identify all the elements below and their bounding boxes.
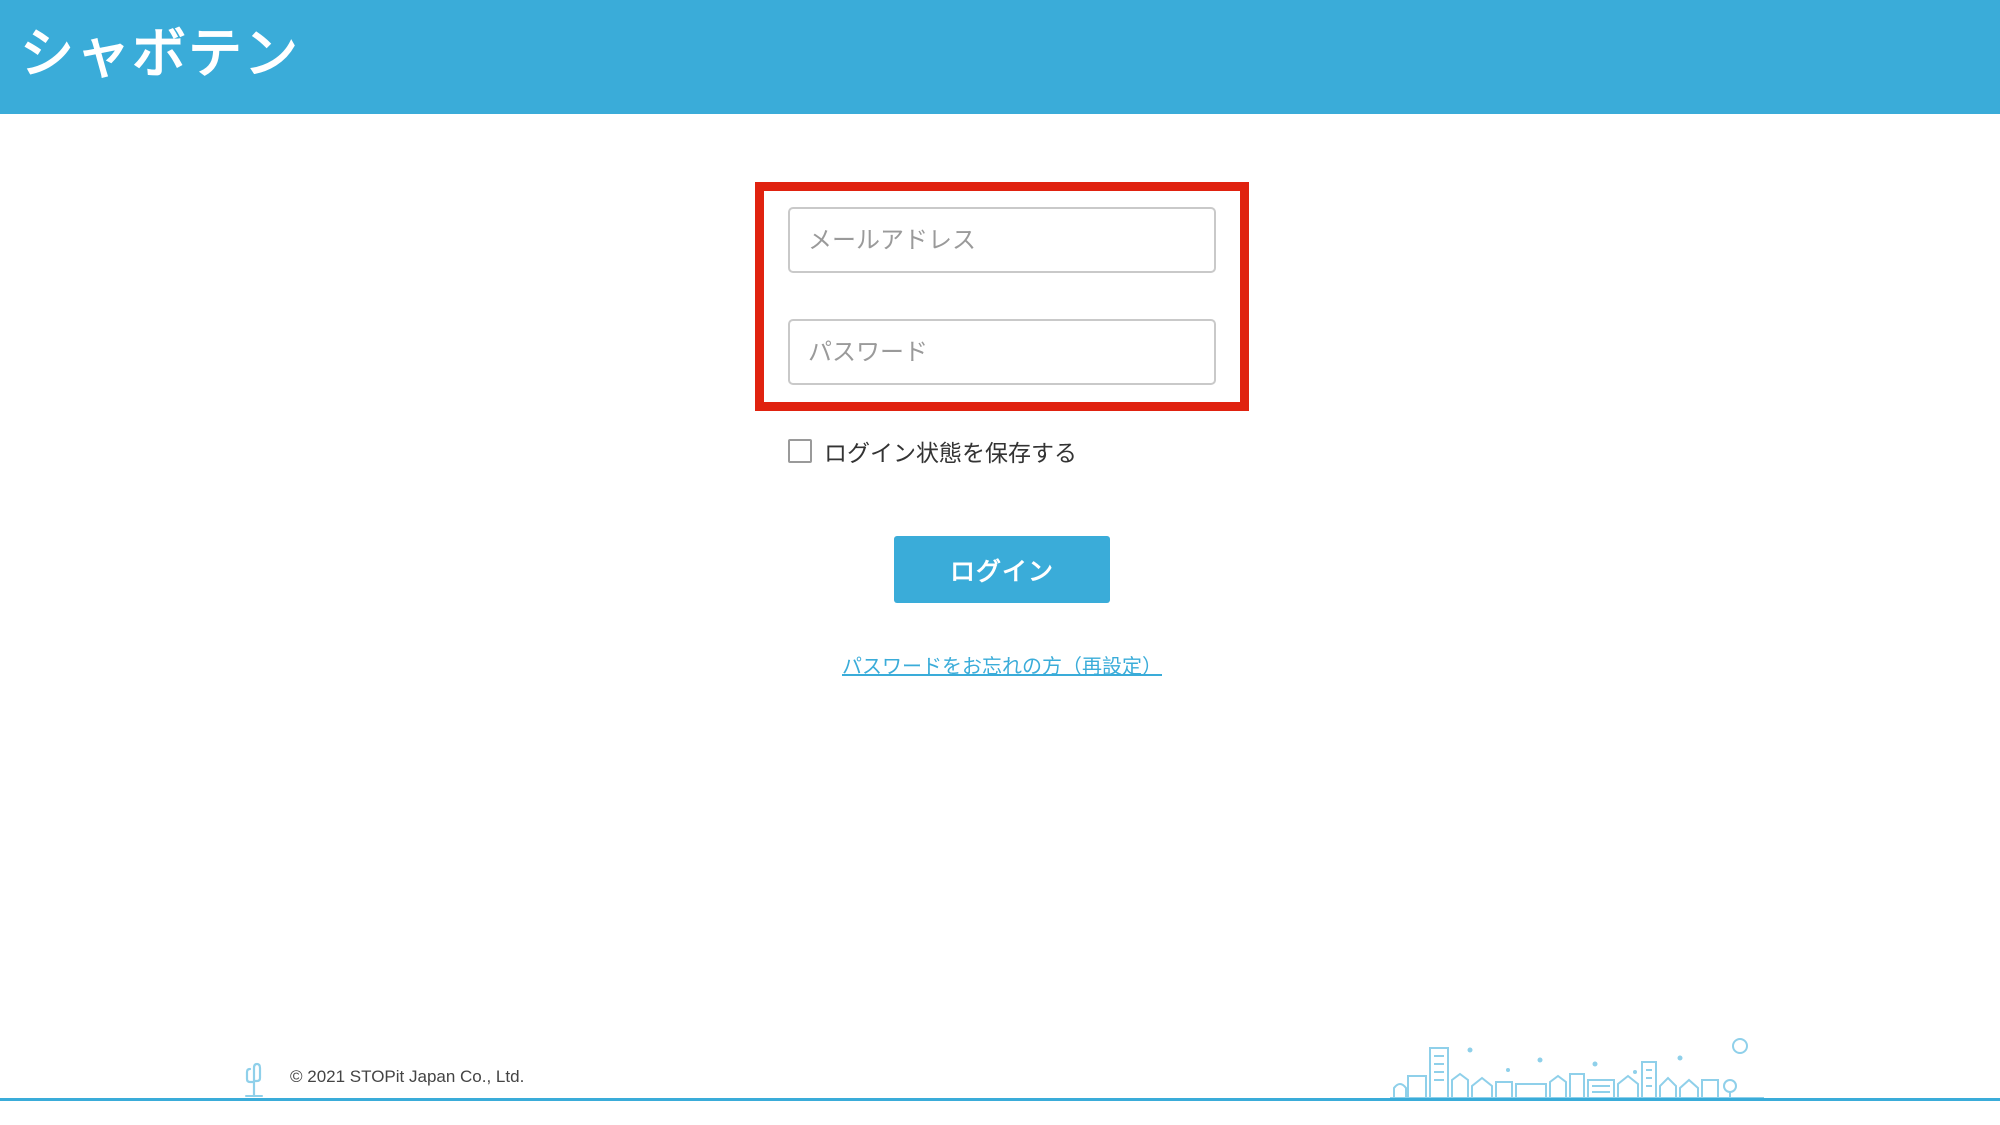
- app-logo[interactable]: シャボテン: [20, 14, 300, 94]
- city-skyline-illustration: [1390, 1038, 1764, 1099]
- email-field[interactable]: [788, 207, 1216, 273]
- forgot-password-link[interactable]: パスワードをお忘れの方（再設定）: [836, 650, 1168, 679]
- remember-login-checkbox-row[interactable]: ログイン状態を保存する: [788, 436, 1077, 467]
- cactus-icon: [245, 1062, 263, 1098]
- remember-login-label: ログイン状態を保存する: [824, 441, 1077, 467]
- remember-login-checkbox[interactable]: [788, 439, 812, 463]
- login-button[interactable]: ログイン: [894, 536, 1110, 603]
- copyright-text: © 2021 STOPit Japan Co., Ltd.: [290, 1067, 525, 1086]
- app-header: シャボテン: [0, 0, 2000, 114]
- footer-divider: [0, 1098, 2000, 1101]
- password-field[interactable]: [788, 319, 1216, 385]
